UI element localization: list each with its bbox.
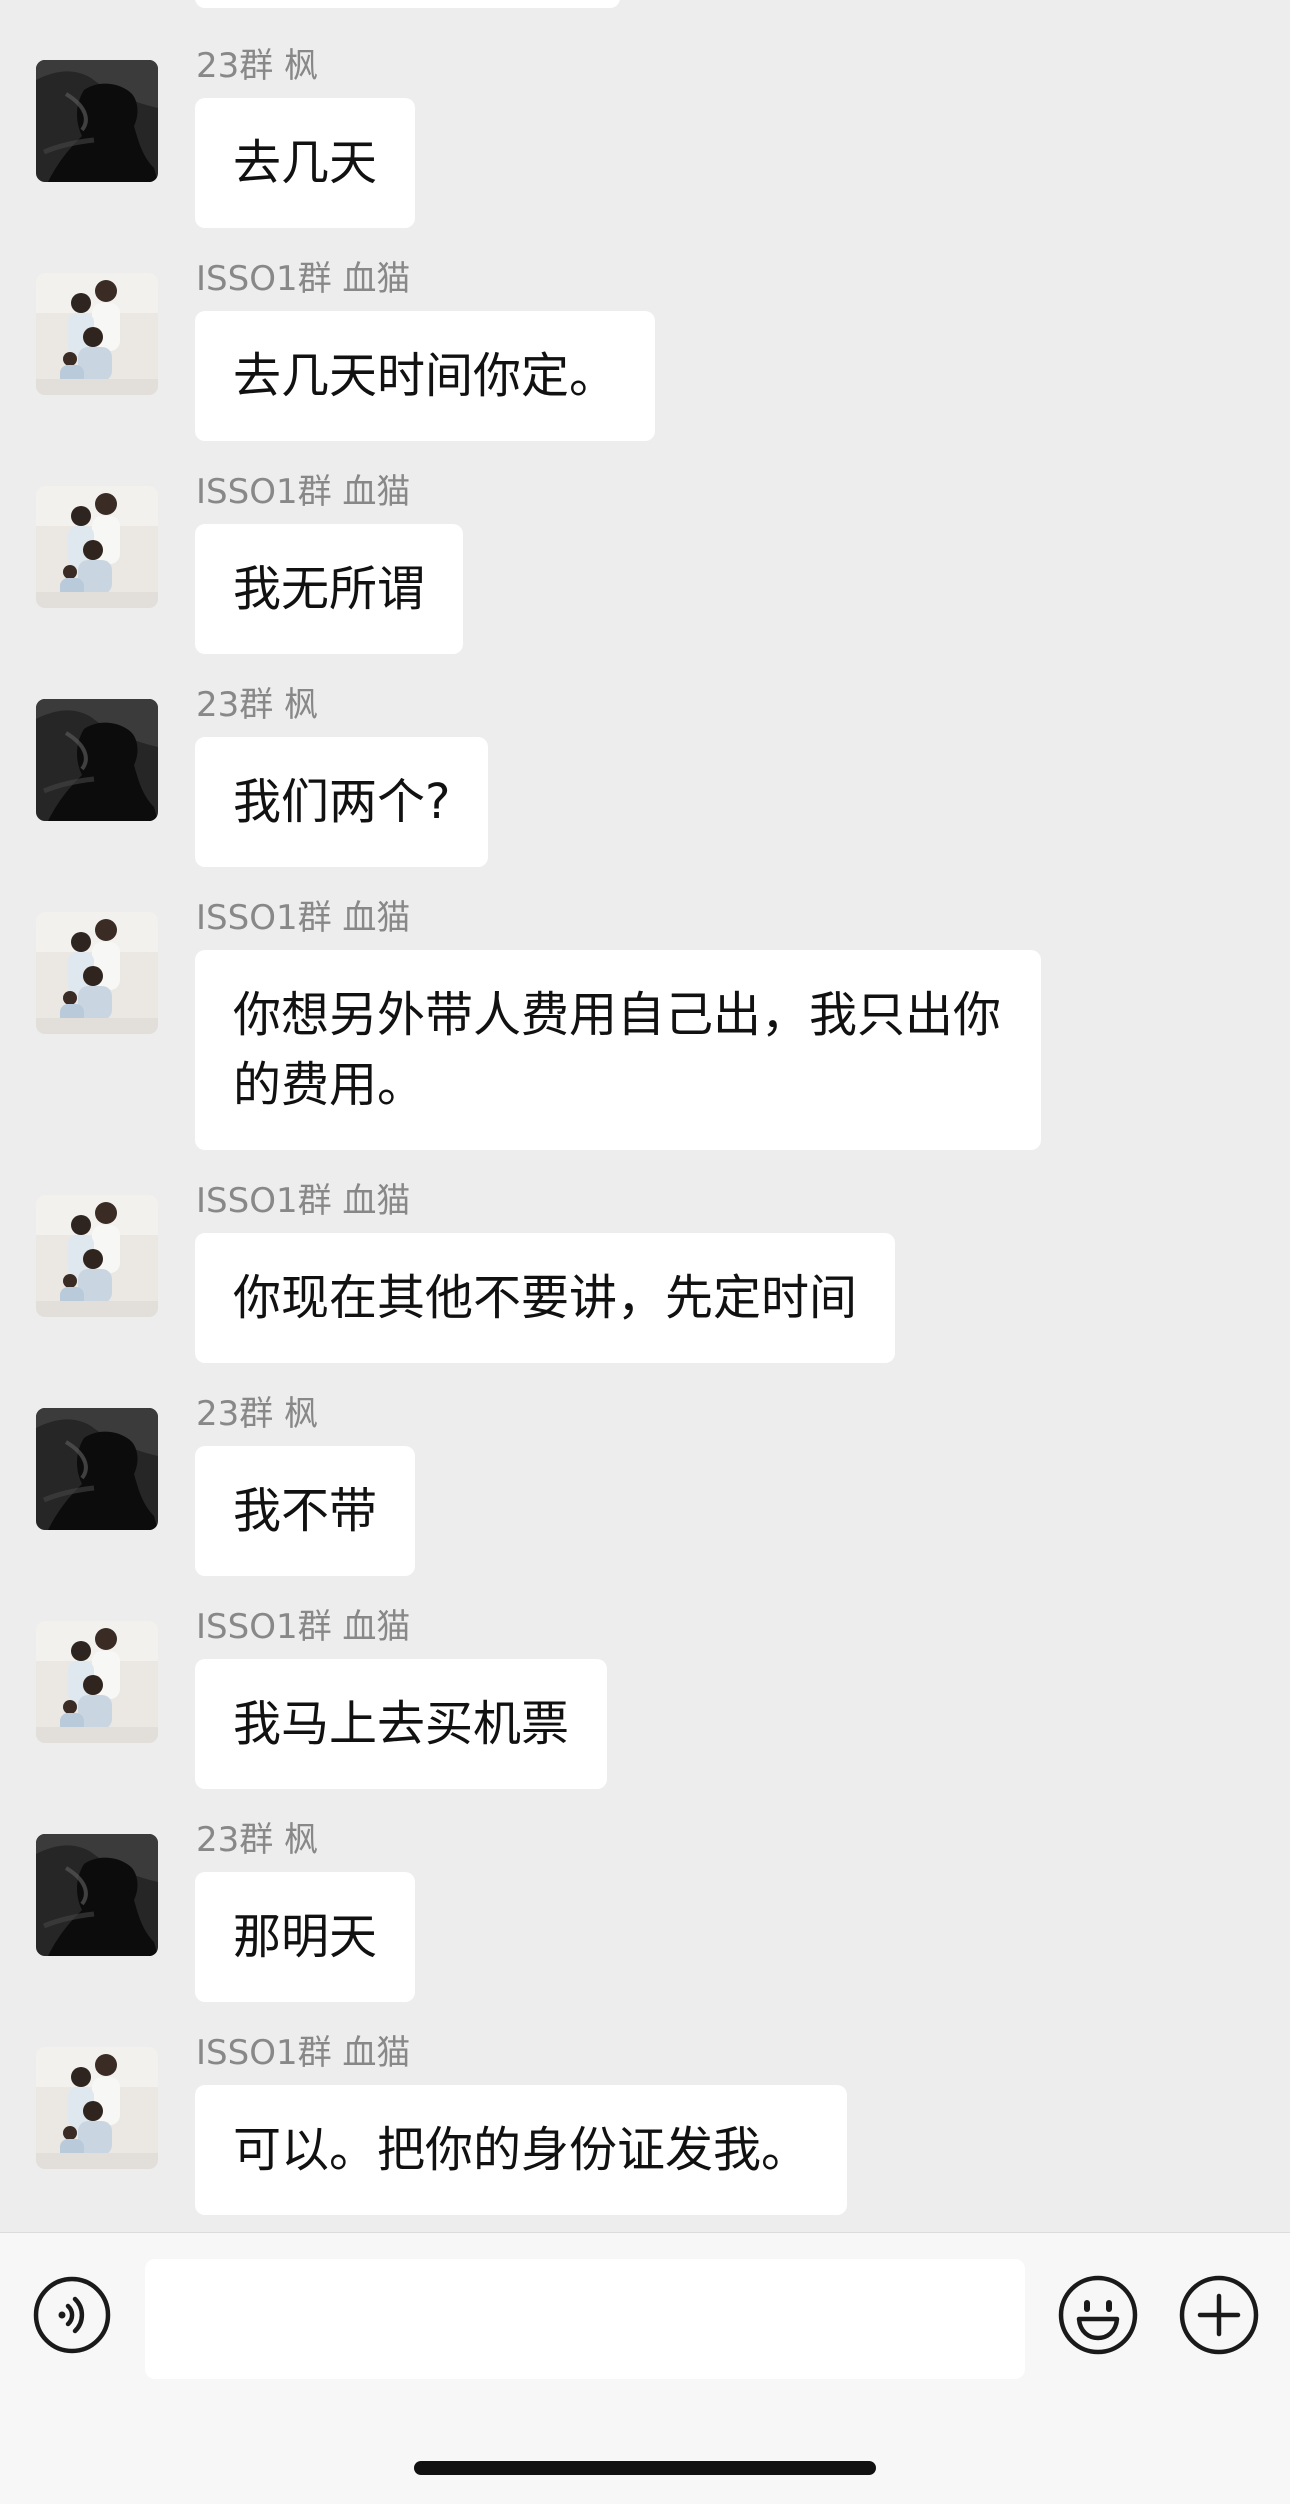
family-photo-avatar[interactable]: [36, 1195, 158, 1317]
message-bubble[interactable]: 可以。把你的身份证发我。: [195, 2085, 848, 2215]
sender-name: 23群 枫: [196, 1820, 319, 1860]
family-photo-avatar[interactable]: [36, 1621, 158, 1743]
message-input[interactable]: [145, 2259, 1025, 2379]
message-bubble[interactable]: 我们两个?: [195, 737, 489, 867]
home-indicator[interactable]: [414, 2461, 876, 2475]
sender-name: 23群 枫: [196, 1394, 319, 1434]
family-photo-avatar[interactable]: [36, 273, 158, 395]
dark-silhouette-avatar[interactable]: [36, 699, 158, 821]
chat-messages[interactable]: 23群 枫 去几天 ISSO1群 血猫 去几天时间你定。 ISSO1群 血猫 我…: [0, 0, 1290, 2232]
message-bubble[interactable]: 我不带: [195, 1446, 416, 1576]
message-bubble[interactable]: 我马上去买机票: [195, 1659, 608, 1789]
plus-icon[interactable]: [1178, 2274, 1260, 2356]
message-bubble[interactable]: 去几天时间你定。: [195, 311, 656, 441]
voice-icon[interactable]: [32, 2275, 112, 2355]
message-bubble[interactable]: 你想另外带人费用自己出，我只出你的费用。: [195, 950, 1041, 1150]
sender-name: ISSO1群 血猫: [196, 259, 411, 299]
sender-name: ISSO1群 血猫: [196, 2033, 411, 2073]
family-photo-avatar[interactable]: [36, 912, 158, 1034]
sender-name: ISSO1群 血猫: [196, 1607, 411, 1647]
sender-name: 23群 枫: [196, 46, 319, 86]
family-photo-avatar[interactable]: [36, 486, 158, 608]
previous-message-bubble: [195, 0, 620, 8]
sender-name: ISSO1群 血猫: [196, 1181, 411, 1221]
sender-name: ISSO1群 血猫: [196, 472, 411, 512]
dark-silhouette-avatar[interactable]: [36, 60, 158, 182]
sender-name: ISSO1群 血猫: [196, 898, 411, 938]
message-bubble[interactable]: 那明天: [195, 1872, 416, 2002]
message-bubble[interactable]: 我无所谓: [195, 524, 464, 654]
sender-name: 23群 枫: [196, 685, 319, 725]
dark-silhouette-avatar[interactable]: [36, 1834, 158, 1956]
message-bubble[interactable]: 去几天: [195, 98, 416, 228]
message-bubble[interactable]: 你现在其他不要讲，先定时间: [195, 1233, 896, 1363]
dark-silhouette-avatar[interactable]: [36, 1408, 158, 1530]
emoji-icon[interactable]: [1057, 2274, 1139, 2356]
family-photo-avatar[interactable]: [36, 2047, 158, 2169]
